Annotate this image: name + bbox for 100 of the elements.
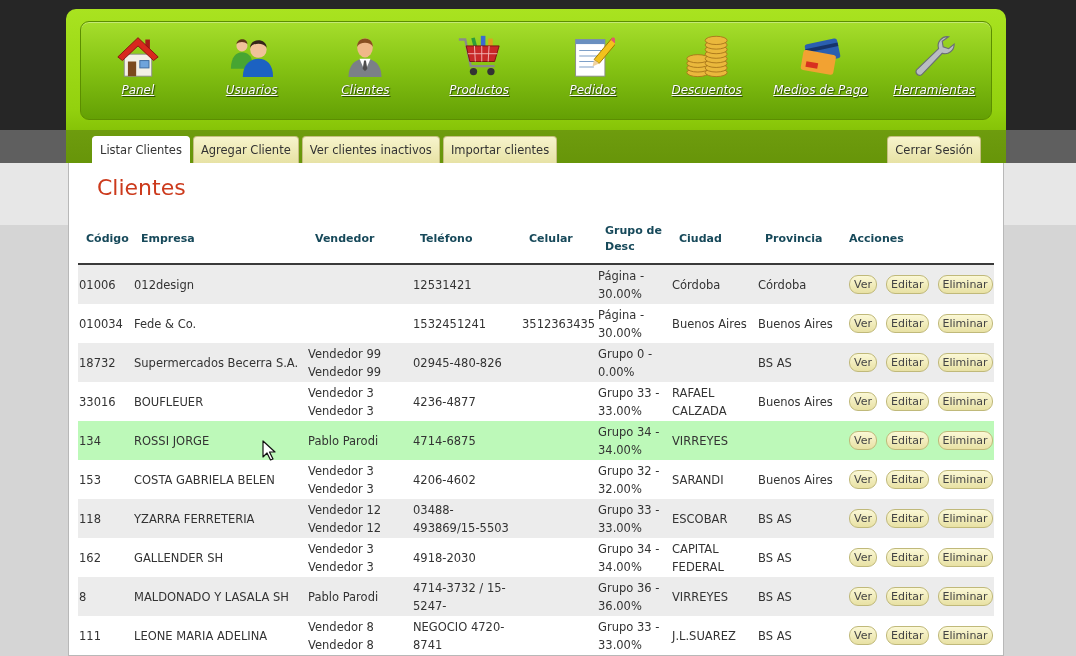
table-cell-text: 12531421 xyxy=(413,276,472,294)
table-cell-text: BS AS xyxy=(758,549,792,567)
table-cell-text: Buenos Aires xyxy=(758,471,833,489)
table-cell-text: 3512363435 xyxy=(522,315,596,333)
delete-button[interactable]: Eliminar xyxy=(937,626,993,645)
view-button[interactable]: Ver xyxy=(849,587,877,606)
delete-button[interactable]: Eliminar xyxy=(937,587,993,606)
edit-button[interactable]: Editar xyxy=(885,470,929,489)
table-cell-text: Pablo Parodi xyxy=(308,432,379,450)
column-header: Acciones xyxy=(849,231,904,247)
edit-button[interactable]: Editar xyxy=(885,314,929,333)
table-cell-text: 111 xyxy=(79,627,101,645)
delete-button[interactable]: Eliminar xyxy=(937,470,993,489)
view-button[interactable]: Ver xyxy=(849,626,877,645)
view-button[interactable]: Ver xyxy=(849,314,877,333)
column-header: Vendedor xyxy=(315,231,375,247)
table-cell-text: Grupo 32 - 32.00% xyxy=(598,462,661,498)
view-button[interactable]: Ver xyxy=(849,431,877,450)
table-cell-text: 4236-4877 xyxy=(413,393,476,411)
edit-button[interactable]: Editar xyxy=(885,431,929,450)
delete-button[interactable]: Eliminar xyxy=(937,548,993,567)
table-row[interactable]: 01006 012design 12531421 Página - 30.00% Córdoba Córdoba Ver Editar Eliminar xyxy=(78,265,994,304)
edit-button[interactable]: Editar xyxy=(885,548,929,567)
column-header: Teléfono xyxy=(420,231,473,247)
table-cell-text: Página - 30.00% xyxy=(598,306,646,342)
table-cell-text: COSTA GABRIELA BELEN xyxy=(134,471,275,489)
table-cell-text: Grupo 33 - 33.00% xyxy=(598,501,661,537)
table-cell-text: Pablo Parodi xyxy=(308,588,379,606)
table-cell-text: 18732 xyxy=(79,354,116,372)
table-cell-text: LEONE MARIA ADELINA xyxy=(134,627,268,645)
edit-button[interactable]: Editar xyxy=(885,509,929,528)
view-button[interactable]: Ver xyxy=(849,470,877,489)
mouse-pointer-icon xyxy=(262,440,276,461)
column-header: Grupo de Desc xyxy=(605,223,663,255)
table-cell-text: Vendedor 99 Vendedor 99 xyxy=(308,345,383,381)
edit-button[interactable]: Editar xyxy=(885,587,929,606)
table-cell-text: Buenos Aires xyxy=(672,315,747,333)
table-cell-text: 1532451241 xyxy=(413,315,487,333)
tab[interactable]: Importar clientes xyxy=(442,136,558,163)
table-cell-text: 01006 xyxy=(79,276,116,294)
tab[interactable]: Ver clientes inactivos xyxy=(301,136,440,163)
table-cell-text: 8 xyxy=(79,588,87,606)
column-header: Código xyxy=(86,231,129,247)
tab[interactable]: Agregar Cliente xyxy=(192,136,299,163)
table-cell-text: MALDONADO Y LASALA SH xyxy=(134,588,289,606)
house-icon xyxy=(115,34,160,78)
table-cell-text: 118 xyxy=(79,510,101,528)
table-cell-text: BS AS xyxy=(758,588,792,606)
column-header: Ciudad xyxy=(679,231,722,247)
table-cell-text: Buenos Aires xyxy=(758,315,833,333)
page-title: Clientes xyxy=(97,174,186,202)
edit-button[interactable]: Editar xyxy=(885,392,929,411)
table-cell-text: Vendedor 12 Vendedor 12 xyxy=(308,501,383,537)
edit-button[interactable]: Editar xyxy=(885,626,929,645)
delete-button[interactable]: Eliminar xyxy=(937,314,993,333)
table-cell-text: BS AS xyxy=(758,510,792,528)
view-button[interactable]: Ver xyxy=(849,392,877,411)
table-cell-text: Grupo 34 - 34.00% xyxy=(598,540,661,576)
delete-button[interactable]: Eliminar xyxy=(937,431,993,450)
table-row[interactable]: 134 ROSSI JORGE Pablo Parodi 4714-6875 Grupo 34 - 34.00% VIRREYES Ver Editar Eliminar xyxy=(78,421,994,460)
table-cell-text: GALLENDER SH xyxy=(134,549,224,567)
tab[interactable]: Listar Clientes xyxy=(92,136,190,163)
column-header: Celular xyxy=(529,231,573,247)
table-cell-text: BS AS xyxy=(758,354,792,372)
wrench-icon xyxy=(912,34,957,78)
table-cell-text: ROSSI JORGE xyxy=(134,432,210,450)
table-cell-text: Grupo 36 - 36.00% xyxy=(598,579,661,615)
view-button[interactable]: Ver xyxy=(849,548,877,567)
table-row[interactable]: 8 MALDONADO Y LASALA SH Pablo Parodi 4714-3732 / 15-5247- Grupo 36 - 36.00% VIRREYES BS AS Ver Editar Eliminar xyxy=(78,577,994,616)
table-cell-text: Grupo 0 - 0.00% xyxy=(598,345,654,381)
delete-button[interactable]: Eliminar xyxy=(937,509,993,528)
column-header: Empresa xyxy=(141,231,195,247)
table-cell-text: VIRREYES xyxy=(672,588,729,606)
table-cell-text: 153 xyxy=(79,471,101,489)
table-cell-text: ESCOBAR xyxy=(672,510,728,528)
view-button[interactable]: Ver xyxy=(849,509,877,528)
table-cell-text: BOUFLEUER xyxy=(134,393,204,411)
table-cell-text: Vendedor 3 Vendedor 3 xyxy=(308,384,375,420)
delete-button[interactable]: Eliminar xyxy=(937,392,993,411)
table-cell-text: 03488-493869/15-5503 xyxy=(413,501,510,537)
edit-button[interactable]: Editar xyxy=(885,275,929,294)
view-button[interactable]: Ver xyxy=(849,275,877,294)
table-cell-text: CAPITAL FEDERAL xyxy=(672,540,725,576)
logout-button[interactable]: Cerrar Sesión xyxy=(887,136,981,163)
table-cell-text: VIRREYES xyxy=(672,432,729,450)
delete-button[interactable]: Eliminar xyxy=(937,275,993,294)
table-cell-text: 4206-4602 xyxy=(413,471,476,489)
table-cell-text: J.L.SUAREZ xyxy=(672,627,736,645)
table-cell-text: Grupo 34 - 34.00% xyxy=(598,423,661,459)
edit-button[interactable]: Editar xyxy=(885,353,929,372)
table-row[interactable]: 118 YZARRA FERRETERIA Vendedor 12 Vendedor 12 03488-493869/15-5503 Grupo 33 - 33.00% ESCOBAR BS AS Ver Editar Eliminar xyxy=(78,499,994,538)
delete-button[interactable]: Eliminar xyxy=(937,353,993,372)
column-header: Provincia xyxy=(765,231,823,247)
view-button[interactable]: Ver xyxy=(849,353,877,372)
table-cell-text: 02945-480-826 xyxy=(413,354,502,372)
table-cell-text: Córdoba xyxy=(672,276,721,294)
table-cell-text: 4714-6875 xyxy=(413,432,476,450)
shopping-cart-icon xyxy=(457,34,502,78)
table-cell-text: 4714-3732 / 15-5247- xyxy=(413,579,507,615)
table-cell-text: 012design xyxy=(134,276,195,294)
